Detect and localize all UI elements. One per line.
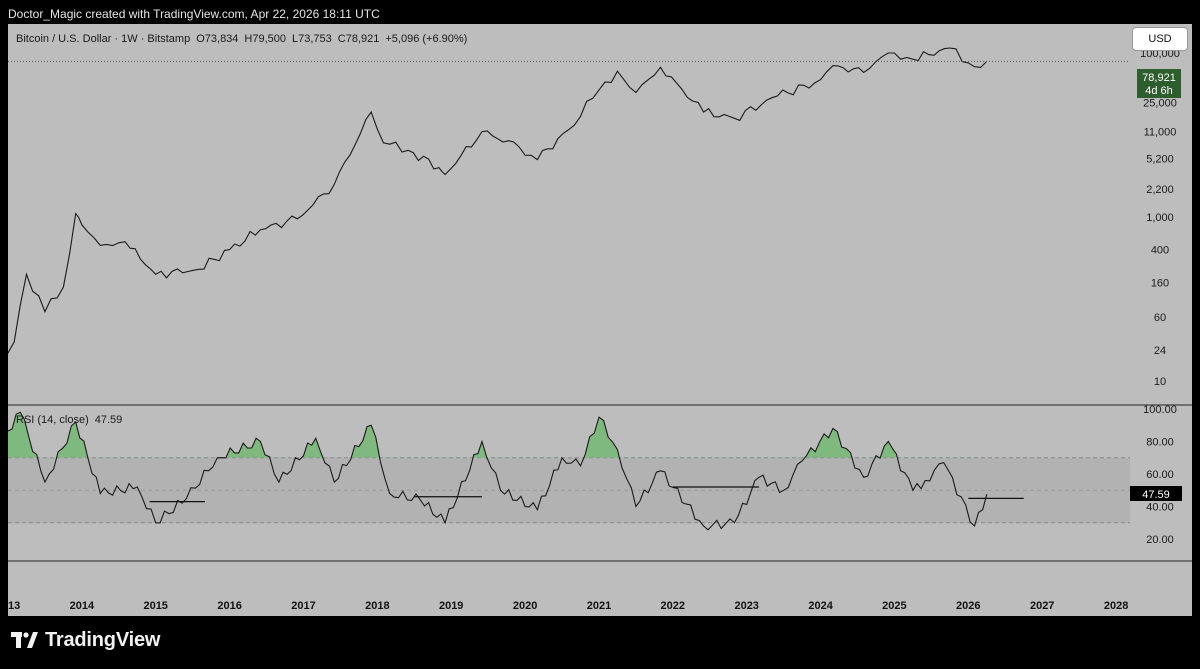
time-axis-label: 2028 [1104,600,1128,612]
rsi-axis-label: 60.00 [1146,469,1174,481]
time-axis-label: 2024 [808,600,833,612]
rsi-axis-label: 80.00 [1146,437,1174,449]
tradingview-logo[interactable]: TradingView [11,629,160,652]
time-axis-label: 2023 [734,600,758,612]
time-axis-label: 2027 [1030,600,1054,612]
price-badge-countdown: 4d 6h [1145,85,1173,97]
close-value: C78,921 [338,33,380,45]
footer: TradingView [0,616,1200,669]
time-axis-label: 2021 [587,600,611,612]
rsi-legend: RSI (14, close) 47.59 [16,414,122,426]
chart-canvas[interactable]: 10 24 60 160 400 1,000 2,200 5,200 11,000 25,000 1… [8,24,1192,616]
time-axis-label: 2015 [143,600,167,612]
price-axis-label: 1,000 [1146,212,1174,224]
rsi-axis-label: 40.00 [1146,502,1174,514]
change-value: +5,096 (+6.90%) [385,33,467,45]
rsi-label: RSI (14, close) [16,414,89,426]
time-axis-label: 2020 [513,600,537,612]
credit-text: Doctor_Magic created with TradingView.co… [8,7,380,21]
time-axis-label: 2014 [70,600,95,612]
price-axis-label: 24 [1154,345,1166,357]
time-axis-label: 2022 [661,600,685,612]
time-axis-label: 13 [8,600,20,612]
rsi-value: 47.59 [95,414,123,426]
time-axis-label: 2016 [217,600,241,612]
open-value: O73,834 [196,33,238,45]
top-bar: Doctor_Magic created with TradingView.co… [0,0,1200,26]
chart-legend: Bitcoin / U.S. Dollar · 1W · Bitstamp O73… [16,33,467,45]
rsi-badge-value: 47.59 [1142,489,1170,501]
symbol-title: Bitcoin / U.S. Dollar · 1W · Bitstamp [16,33,190,45]
price-axis-label: 5,200 [1146,153,1174,165]
price-axis-label: 60 [1154,312,1166,324]
price-badge-value: 78,921 [1142,72,1176,84]
price-axis-label: 10 [1154,376,1166,388]
time-axis-label: 2019 [439,600,463,612]
price-axis-label: 160 [1151,277,1169,289]
currency-button[interactable]: USD [1132,27,1188,51]
time-axis-label: 2018 [365,600,389,612]
tradingview-icon [11,631,38,648]
chart-container[interactable]: 10 24 60 160 400 1,000 2,200 5,200 11,000 25,000 1… [8,24,1192,616]
time-axis-label: 2025 [882,600,906,612]
time-axis-label: 2017 [291,600,315,612]
price-axis-label: 400 [1151,245,1169,257]
price-axis-label: 25,000 [1143,97,1177,109]
high-value: H79,500 [244,33,286,45]
price-axis-label: 2,200 [1146,184,1174,196]
brand-name: TradingView [45,629,161,651]
rsi-axis-label: 100.00 [1143,404,1177,416]
price-axis-label: 11,000 [1144,127,1177,139]
price-line [8,47,988,355]
rsi-axis-label: 20.00 [1146,534,1174,546]
time-axis-label: 2026 [956,600,980,612]
low-value: L73,753 [292,33,332,45]
